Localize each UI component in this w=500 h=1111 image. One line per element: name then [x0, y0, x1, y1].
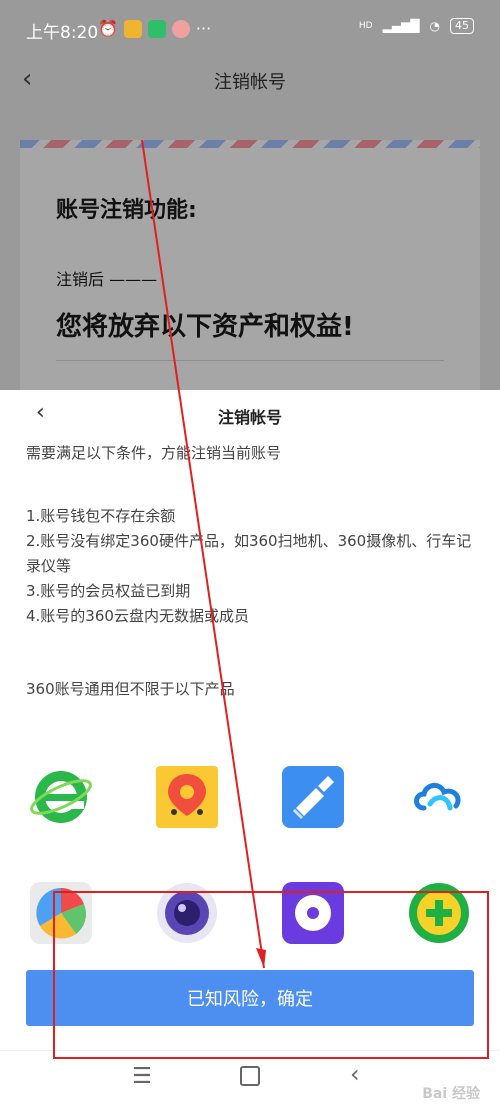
card-divider	[56, 360, 444, 361]
shield-notification-icon	[147, 19, 166, 38]
condition-item: 1.账号钱包不存在余额	[26, 507, 176, 525]
security-plus-icon	[406, 880, 472, 946]
condition-item: 4.账号的360云盘内无数据或成员	[26, 607, 249, 625]
watermark: Bai 经验	[422, 1086, 480, 1102]
condition-item: 2.账号没有绑定360硬件产品，如360扫地机、360摄像机、行车记录仪等	[26, 532, 472, 575]
signal-label: HD	[358, 21, 373, 31]
battery-icon: 45	[450, 18, 474, 34]
requirement-text: 需要满足以下条件，方能注销当前账号	[26, 444, 282, 462]
sheet-header: ‹ 注销帐号	[0, 390, 500, 440]
broom-icon	[280, 764, 346, 830]
notification-icons: ⏰ ···	[98, 19, 211, 38]
camera-icon	[154, 880, 220, 946]
cloud-icon	[406, 764, 472, 830]
system-back-icon[interactable]: ‹	[350, 1060, 360, 1088]
airmail-border	[20, 140, 480, 148]
bottom-sheet: ‹ 注销帐号 需要满足以下条件，方能注销当前账号 1.账号钱包不存在余额 2.账…	[0, 390, 500, 1111]
conditions-list: 1.账号钱包不存在余额 2.账号没有绑定360硬件产品，如360扫地机、360摄…	[26, 504, 482, 629]
map-pin-icon	[154, 764, 220, 830]
avatar-notification-icon	[171, 19, 190, 38]
card-heading: 账号注销功能:	[56, 198, 197, 223]
card-headline: 您将放弃以下资产和权益!	[56, 312, 354, 342]
sheet-title: 注销帐号	[217, 408, 282, 427]
condition-item: 3.账号的会员权益已到期	[26, 582, 191, 600]
top-nav: ‹ 注销帐号	[0, 58, 500, 104]
signal-icon: ▂▄▆█	[382, 19, 420, 33]
alarm-icon: ⏰	[98, 19, 118, 38]
info-card: 账号注销功能: 注销后 ——— 您将放弃以下资产和权益!	[20, 140, 480, 400]
card-subheading: 注销后 ———	[56, 270, 158, 289]
pinwheel-icon	[28, 880, 94, 946]
status-bar: 上午8:20 ⏰ ··· HD ▂▄▆█ ◔ 45	[0, 0, 500, 58]
page-title: 注销帐号	[214, 72, 286, 93]
menu-icon[interactable]: ☰	[132, 1064, 152, 1089]
confirm-button[interactable]: 已知风险，确定	[26, 970, 474, 1026]
more-icon: ···	[195, 19, 212, 38]
status-time: 上午8:20	[26, 23, 99, 43]
app-notification-icon	[123, 19, 142, 38]
background-page: 上午8:20 ⏰ ··· HD ▂▄▆█ ◔ 45 ‹ 注销帐号 账号注销功能:…	[0, 0, 500, 400]
home-icon[interactable]	[240, 1066, 260, 1086]
products-note: 360账号通用但不限于以下产品	[26, 680, 235, 698]
status-right: HD ▂▄▆█ ◔ 45	[359, 18, 474, 34]
browser-e-icon	[28, 764, 94, 830]
disc-icon	[280, 880, 346, 946]
wifi-icon: ◔	[429, 19, 440, 33]
